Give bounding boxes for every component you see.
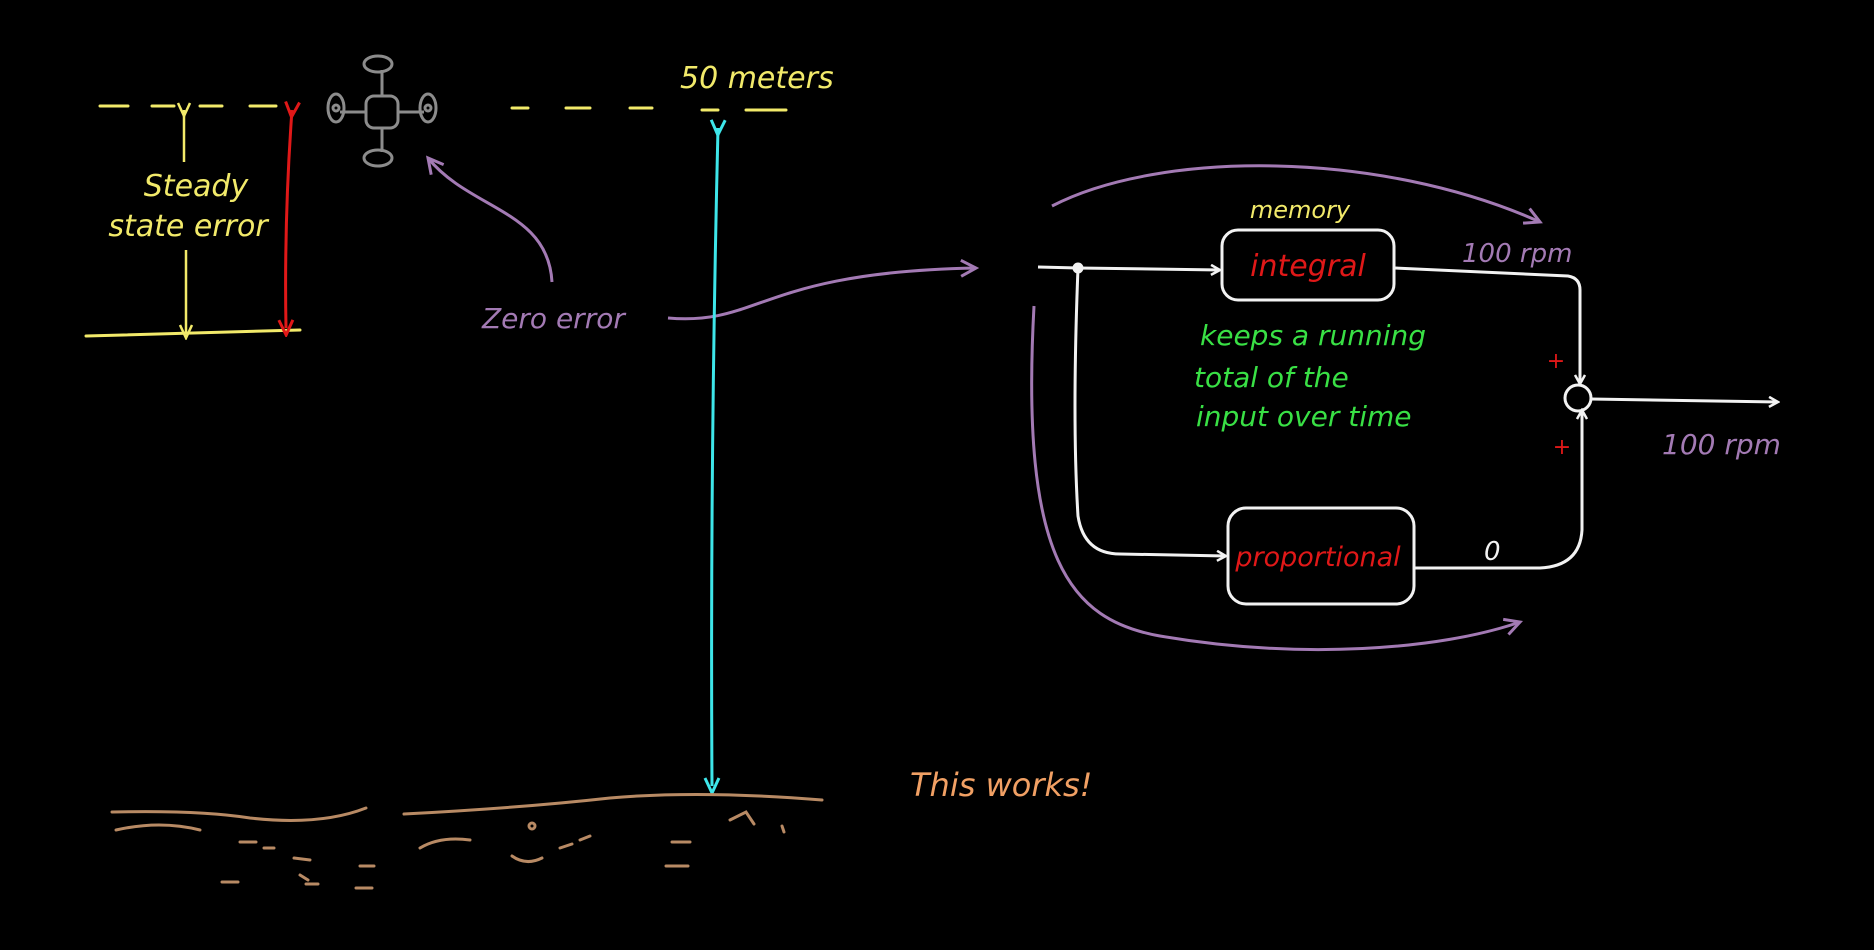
remark-label: This works! [910, 766, 1093, 804]
steady-state-label-line2: state error [108, 209, 269, 244]
sum-output-wire [1590, 399, 1778, 402]
plus-sign-top: + [1547, 349, 1565, 374]
zero-error-label: Zero error [481, 302, 626, 335]
quadcopter-icon [326, 54, 438, 168]
ground-sketch [110, 792, 824, 890]
proportional-path-arrow [1030, 305, 1524, 652]
whiteboard-canvas: Steady state error Zero error 50 meters [84, 54, 1781, 890]
integral-output-label: 100 rpm [1462, 239, 1572, 269]
summing-junction [1563, 383, 1593, 413]
integral-label: integral [1250, 249, 1366, 284]
proportional-output-label: 0 [1484, 537, 1501, 567]
sum-output-label: 100 rpm [1662, 428, 1781, 461]
zero-error-pointer-arrow [425, 155, 554, 283]
steady-state-error-arrow [286, 110, 292, 328]
setpoint-dashed-line [98, 104, 788, 112]
memory-label: memory [1250, 196, 1351, 224]
plus-sign-bottom: + [1553, 435, 1571, 460]
current-altitude-line [84, 328, 302, 338]
integral-note: keeps a running total of the input over … [1194, 319, 1426, 433]
altitude-label: 50 meters [680, 61, 834, 96]
note-line-3: input over time [1196, 400, 1412, 433]
proportional-label: proportional [1234, 542, 1401, 573]
note-line-2: total of the [1194, 361, 1349, 394]
steady-state-label-line1: Steady [144, 169, 250, 204]
note-line-1: keeps a running [1200, 319, 1426, 352]
altitude-distance-arrow [712, 128, 718, 786]
